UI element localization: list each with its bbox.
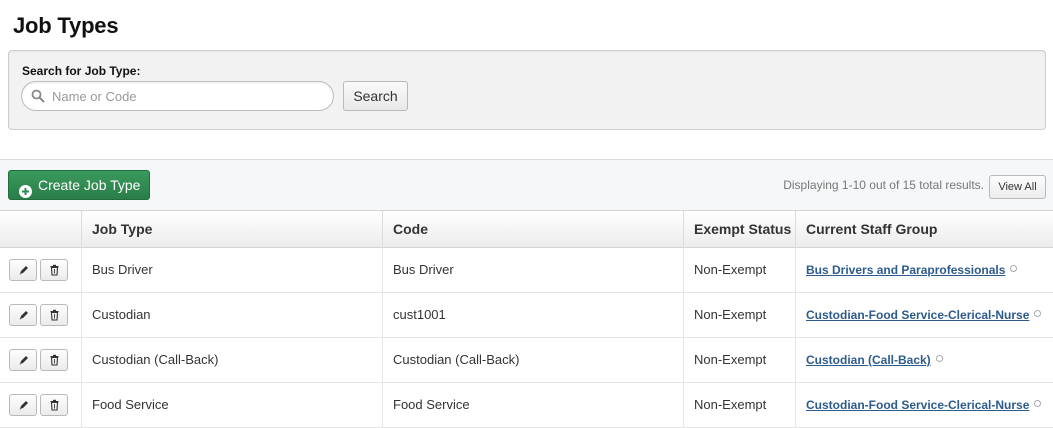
results-count: Displaying 1-10 out of 15 total results.: [783, 178, 984, 192]
exempt-status-cell: Non-Exempt: [683, 338, 795, 382]
job-type-cell: Food Service: [81, 383, 382, 427]
pencil-icon: [19, 356, 28, 365]
exempt-status-cell: Non-Exempt: [683, 293, 795, 337]
column-header-exempt-status[interactable]: Exempt Status: [683, 211, 795, 248]
edit-button[interactable]: [9, 349, 37, 371]
edit-button[interactable]: [9, 304, 37, 326]
trash-icon: [50, 399, 59, 411]
column-header-code[interactable]: Code: [382, 211, 683, 248]
job-type-cell: Bus Driver: [81, 248, 382, 292]
search-label: Search for Job Type:: [22, 64, 141, 78]
row-actions: [0, 383, 81, 427]
create-job-type-button[interactable]: Create Job Type: [8, 170, 150, 200]
table-row: Bus Driver Bus Driver Non-Exempt Bus Dri…: [0, 248, 1053, 293]
row-actions: [0, 293, 81, 337]
job-type-cell: Custodian: [81, 293, 382, 337]
search-button[interactable]: Search: [343, 81, 408, 111]
staff-group-link[interactable]: Bus Drivers and Paraprofessionals: [806, 263, 1005, 277]
pencil-icon: [19, 401, 28, 410]
trash-icon: [50, 264, 59, 276]
staff-group-link[interactable]: Custodian-Food Service-Clerical-Nurse: [806, 308, 1029, 322]
staff-group-link[interactable]: Custodian (Call-Back): [806, 353, 931, 367]
delete-button[interactable]: [40, 304, 68, 326]
code-cell: Custodian (Call-Back): [382, 338, 683, 382]
edit-button[interactable]: [9, 394, 37, 416]
table-header: Job Type Code Exempt Status Current Staf…: [0, 210, 1053, 248]
trash-icon: [50, 309, 59, 321]
table-row: Custodian (Call-Back) Custodian (Call-Ba…: [0, 338, 1053, 383]
pencil-icon: [19, 311, 28, 320]
column-header-actions: [0, 211, 81, 248]
staff-group-cell: Custodian-Food Service-Clerical-Nurse: [795, 293, 1053, 337]
code-cell: Bus Driver: [382, 248, 683, 292]
circle-outline-icon[interactable]: [1034, 310, 1042, 317]
list-toolbar: Create Job Type Displaying 1-10 out of 1…: [0, 159, 1053, 211]
edit-button[interactable]: [9, 259, 37, 281]
pencil-icon: [19, 266, 28, 275]
code-cell: cust1001: [382, 293, 683, 337]
trash-icon: [50, 354, 59, 366]
circle-outline-icon[interactable]: [935, 355, 943, 362]
delete-button[interactable]: [40, 394, 68, 416]
table-row: Custodian cust1001 Non-Exempt Custodian-…: [0, 293, 1053, 338]
circle-outline-icon[interactable]: [1010, 265, 1018, 272]
search-icon: [31, 89, 45, 103]
delete-button[interactable]: [40, 349, 68, 371]
search-input[interactable]: [52, 86, 322, 106]
row-actions: [0, 338, 81, 382]
staff-group-cell: Bus Drivers and Paraprofessionals: [795, 248, 1053, 292]
plus-circle-icon: [19, 179, 32, 198]
staff-group-link[interactable]: Custodian-Food Service-Clerical-Nurse: [806, 398, 1029, 412]
exempt-status-cell: Non-Exempt: [683, 248, 795, 292]
search-panel: Search for Job Type: Search: [8, 50, 1046, 130]
staff-group-cell: Custodian (Call-Back): [795, 338, 1053, 382]
page-title: Job Types: [13, 13, 119, 38]
row-actions: [0, 248, 81, 292]
job-type-cell: Custodian (Call-Back): [81, 338, 382, 382]
exempt-status-cell: Non-Exempt: [683, 383, 795, 427]
view-all-button[interactable]: View All: [989, 175, 1046, 199]
code-cell: Food Service: [382, 383, 683, 427]
column-header-current-staff-group[interactable]: Current Staff Group: [795, 211, 1053, 248]
search-box[interactable]: [21, 81, 334, 111]
delete-button[interactable]: [40, 259, 68, 281]
staff-group-cell: Custodian-Food Service-Clerical-Nurse: [795, 383, 1053, 427]
column-header-job-type[interactable]: Job Type: [81, 211, 382, 248]
create-job-type-label: Create Job Type: [38, 177, 141, 193]
